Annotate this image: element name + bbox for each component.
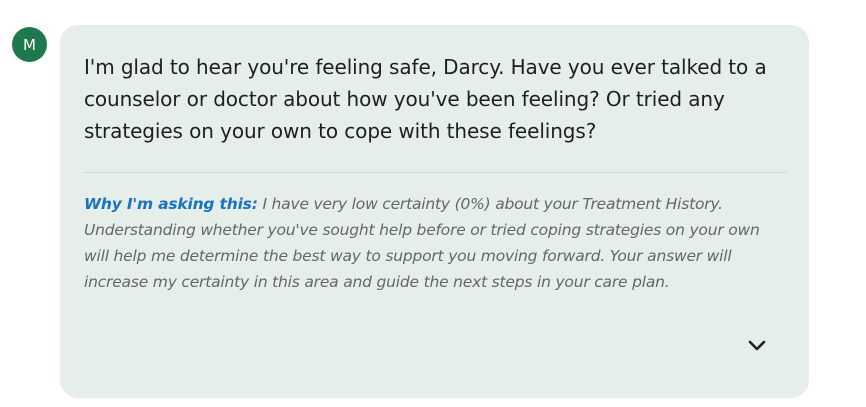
message-bubble: I'm glad to hear you're feeling safe, Da… (60, 25, 809, 398)
avatar: M (12, 27, 47, 62)
message-text: I'm glad to hear you're feeling safe, Da… (84, 55, 767, 143)
explanation-block: Why I'm asking this: I have very low cer… (84, 191, 786, 295)
why-asking-label: Why I'm asking this: (84, 195, 258, 213)
chevron-down-icon (748, 340, 766, 351)
divider (84, 172, 786, 173)
avatar-initial: M (23, 35, 36, 54)
expand-button[interactable] (745, 334, 769, 358)
